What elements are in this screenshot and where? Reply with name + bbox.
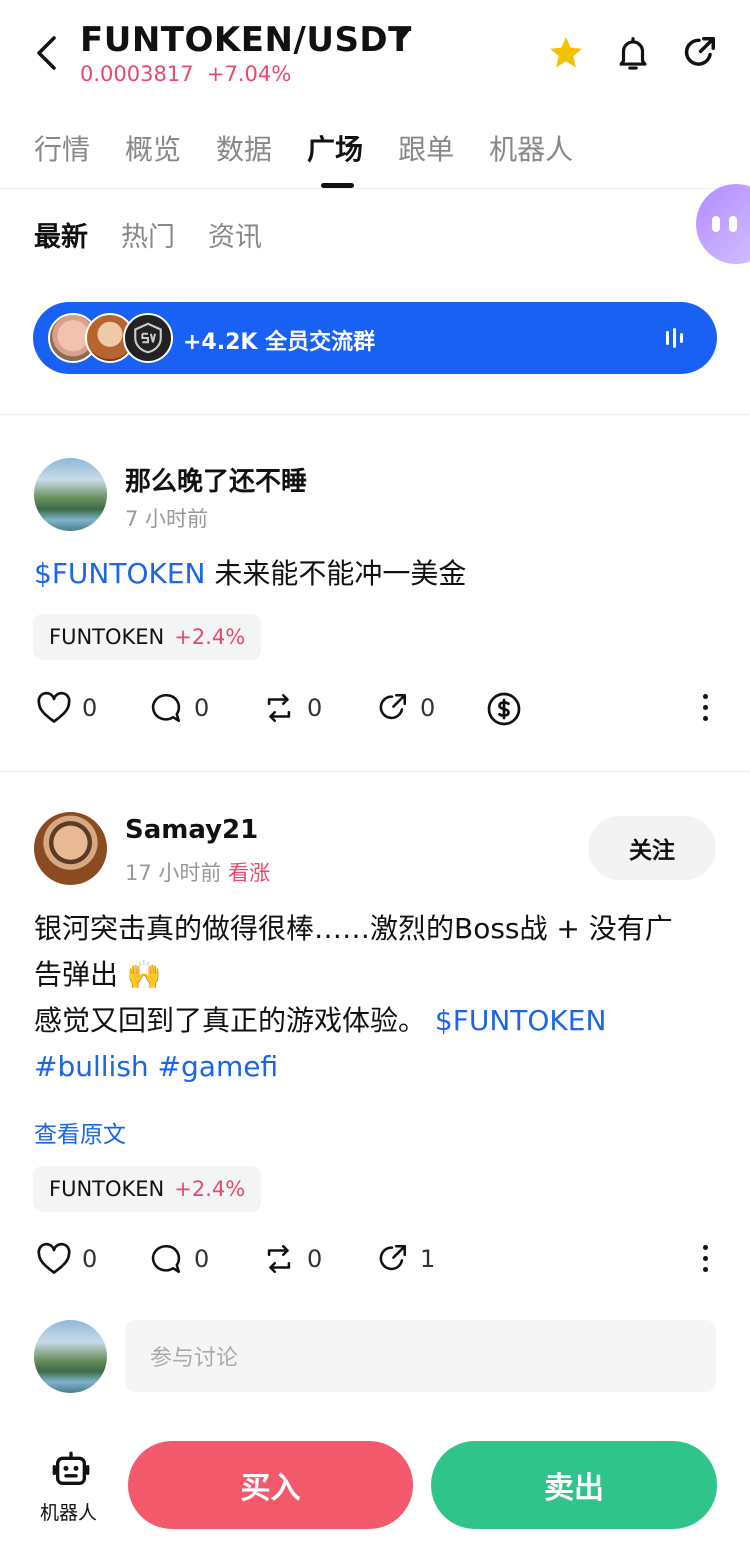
heart-icon xyxy=(37,691,71,723)
sell-button[interactable]: 卖出 xyxy=(431,1441,717,1529)
tab-overview[interactable]: 概览 xyxy=(125,128,181,168)
tab-square[interactable]: 广场 xyxy=(307,128,363,168)
hashtag-links[interactable]: #bullish #gamefi xyxy=(34,1044,724,1090)
share-arrow-icon xyxy=(379,1244,407,1271)
robot-label[interactable]: 机器人 xyxy=(40,1498,97,1525)
comment-count: 0 xyxy=(194,694,210,722)
post-time: 17 小时前 xyxy=(125,861,222,885)
like-button[interactable]: 0 xyxy=(36,691,97,725)
chip-change: +2.4% xyxy=(174,1177,246,1201)
user-avatar[interactable] xyxy=(34,458,107,531)
share-button[interactable]: 1 xyxy=(374,1242,435,1276)
buy-button[interactable]: 买入 xyxy=(128,1441,413,1529)
subtab-latest[interactable]: 最新 xyxy=(34,215,88,254)
token-chip[interactable]: FUNTOKEN +2.4% xyxy=(33,1166,262,1212)
user-avatar[interactable] xyxy=(34,812,107,885)
repost-icon xyxy=(267,693,291,723)
chip-symbol: FUNTOKEN xyxy=(49,625,165,649)
post-username[interactable]: 那么晚了还不睡 xyxy=(125,461,307,498)
comment-count: 0 xyxy=(194,1245,210,1273)
more-icon[interactable] xyxy=(703,694,709,721)
post-line: 银河突击真的做得很棒……激烈的Boss战 + 没有广 xyxy=(34,912,673,945)
ticker-link[interactable]: $FUNTOKEN xyxy=(34,557,206,590)
robot-icon[interactable] xyxy=(50,1450,92,1490)
post-body: $FUNTOKEN 未来能不能冲一美金 xyxy=(34,551,466,597)
group-chat-banner[interactable]: +4.2K 全员交流群 xyxy=(33,302,717,374)
chip-change: +2.4% xyxy=(174,625,246,649)
comment-button[interactable]: 0 xyxy=(148,1242,209,1276)
dropdown-caret-icon[interactable] xyxy=(396,30,410,39)
heart-icon xyxy=(37,1242,71,1274)
post-meta: 17 小时前 看涨 xyxy=(125,857,270,887)
my-avatar xyxy=(34,1320,107,1393)
repost-icon xyxy=(267,1244,291,1274)
voice-icon xyxy=(666,328,683,348)
bell-icon[interactable] xyxy=(614,34,652,72)
post-line: 告弹出 🙌 xyxy=(34,958,162,991)
post-line: 感觉又回到了真正的游戏体验。 $FUNTOKEN xyxy=(34,998,724,1044)
repost-count: 0 xyxy=(307,1245,323,1273)
post-content: 未来能不能冲一美金 xyxy=(205,557,467,590)
comment-icon xyxy=(151,693,181,723)
tab-bot[interactable]: 机器人 xyxy=(489,128,573,168)
tab-copy-trade[interactable]: 跟单 xyxy=(398,128,454,168)
sentiment-tag: 看涨 xyxy=(228,861,271,885)
follow-button[interactable]: 关注 xyxy=(588,816,716,880)
main-tabs: 行情 概览 数据 广场 跟单 机器人 xyxy=(34,128,573,168)
post-time: 7 小时前 xyxy=(125,507,209,531)
repost-button[interactable]: 0 xyxy=(261,1242,322,1276)
tab-data[interactable]: 数据 xyxy=(216,128,272,168)
like-button[interactable]: 0 xyxy=(36,1242,97,1276)
divider xyxy=(0,414,750,415)
pair-title[interactable]: FUNTOKEN/USDT xyxy=(80,20,412,60)
tip-dollar-icon[interactable] xyxy=(486,691,522,727)
group-avatar xyxy=(123,313,173,363)
token-chip[interactable]: FUNTOKEN +2.4% xyxy=(33,614,262,660)
sub-tabs: 最新 热门 资讯 xyxy=(34,215,262,254)
share-button[interactable]: 0 xyxy=(374,691,435,725)
comment-icon xyxy=(151,1244,181,1274)
group-banner-text: +4.2K 全员交流群 xyxy=(183,330,376,355)
divider xyxy=(0,771,750,772)
post-body: 银河突击真的做得很棒……激烈的Boss战 + 没有广 告弹出 🙌 感觉又回到了真… xyxy=(34,906,724,1090)
view-original-link[interactable]: 查看原文 xyxy=(34,1115,126,1149)
post-content: 感觉又回到了真正的游戏体验。 xyxy=(34,1004,427,1037)
divider xyxy=(0,188,750,189)
assistant-bubble[interactable] xyxy=(696,184,750,264)
like-count: 0 xyxy=(82,1245,98,1273)
comment-placeholder: 参与讨论 xyxy=(150,1346,239,1371)
comment-button[interactable]: 0 xyxy=(148,691,209,725)
share-arrow-icon xyxy=(379,693,407,720)
chip-symbol: FUNTOKEN xyxy=(49,1177,165,1201)
price-change: +7.04% xyxy=(206,62,292,86)
subtab-news[interactable]: 资讯 xyxy=(208,215,262,254)
subtab-hot[interactable]: 热门 xyxy=(121,215,175,254)
price-line: 0.0003817 +7.04% xyxy=(80,62,291,86)
bubble-eye xyxy=(729,216,737,232)
star-icon[interactable] xyxy=(547,34,585,72)
shield-logo-icon xyxy=(134,322,162,354)
more-icon[interactable] xyxy=(703,1245,709,1272)
share-icon[interactable] xyxy=(680,34,718,72)
share-count: 1 xyxy=(420,1245,436,1273)
share-count: 0 xyxy=(420,694,436,722)
bubble-eye xyxy=(712,216,720,232)
price-value: 0.0003817 xyxy=(80,62,194,86)
comment-input[interactable]: 参与讨论 xyxy=(125,1320,716,1392)
ticker-link[interactable]: $FUNTOKEN xyxy=(426,1004,607,1037)
like-count: 0 xyxy=(82,694,98,722)
tab-market[interactable]: 行情 xyxy=(34,128,90,168)
repost-count: 0 xyxy=(307,694,323,722)
post-username[interactable]: Samay21 xyxy=(125,815,258,845)
back-icon[interactable] xyxy=(34,36,58,70)
repost-button[interactable]: 0 xyxy=(261,691,322,725)
